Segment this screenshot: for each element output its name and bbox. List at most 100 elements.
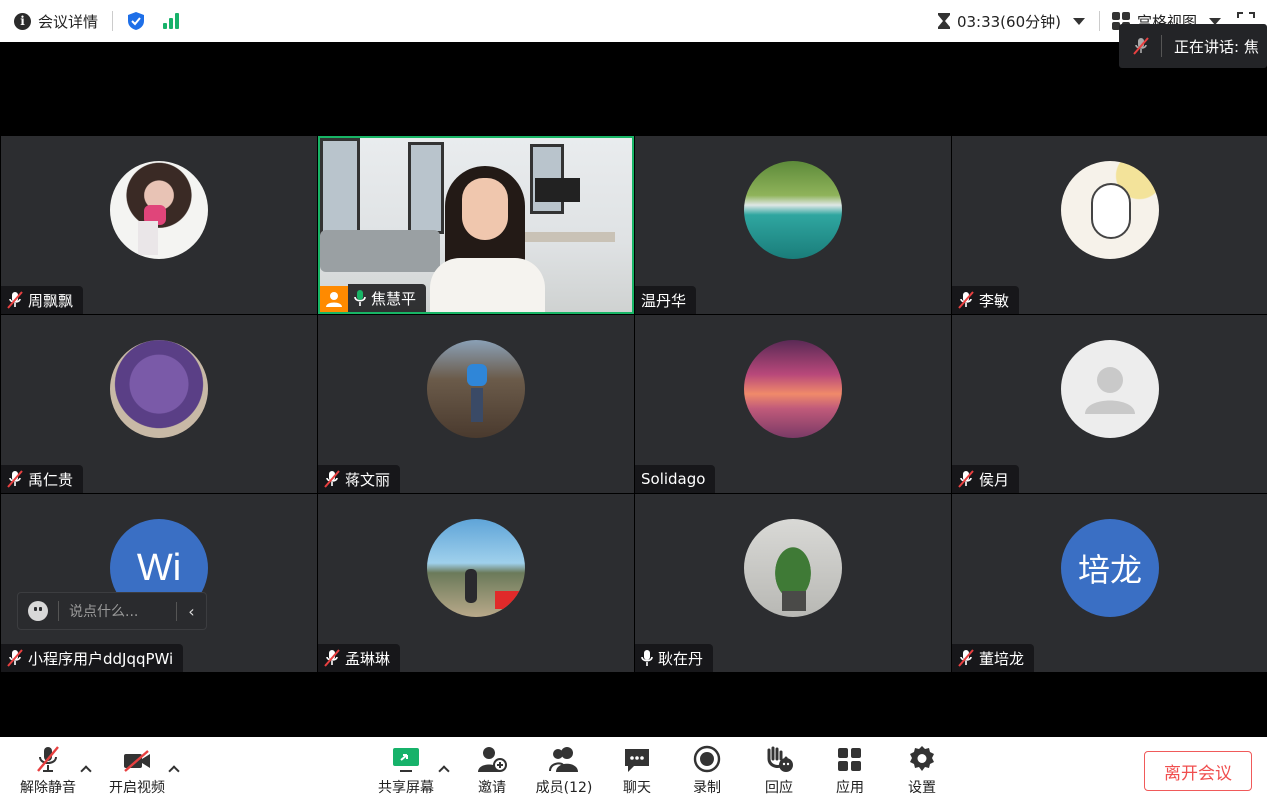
camera-off-icon (124, 750, 150, 772)
avatar (1061, 340, 1159, 438)
participant-name: 蒋文丽 (345, 470, 391, 489)
raise-hand-icon (767, 746, 793, 772)
emoji-icon[interactable] (28, 601, 48, 621)
participant-tile[interactable]: 培龙 董培龙 (952, 494, 1267, 672)
share-screen-button[interactable]: 共享屏幕 (375, 737, 437, 805)
invite-label: 邀请 (478, 780, 506, 796)
participant-tile[interactable]: 耿在丹 (635, 494, 951, 672)
chevron-down-icon[interactable] (1072, 17, 1085, 25)
participant-tile[interactable]: 周飘飘 (1, 136, 317, 314)
invite-button[interactable]: 邀请 (474, 737, 510, 805)
avatar-initials: 培龙 (1077, 551, 1142, 589)
record-icon (693, 745, 721, 773)
participant-name: 李敏 (979, 291, 1010, 310)
record-button[interactable]: 录制 (690, 737, 724, 805)
meeting-info-label[interactable]: 会议详情 (38, 11, 98, 32)
bottom-toolbar: 解除静音 开启视频 共享屏幕 邀请 成员(12) 聊天 录制 回应 应用 设置 … (0, 737, 1267, 805)
mic-muted-icon (958, 470, 974, 488)
mic-muted-icon (7, 470, 23, 488)
participant-nametag: 侯月 (952, 465, 1020, 493)
video-grid: 周飘飘 焦慧平 温丹华 李敏 禹仁贵 蒋文丽 Solidago 侯月 Wi 小程… (1, 136, 1267, 672)
participant-name: 禹仁贵 (28, 470, 74, 489)
avatar-initials: Wi (136, 546, 182, 589)
speaking-label: 正在讲话: 焦 (1174, 37, 1259, 56)
participant-name: Solidago (641, 470, 706, 488)
info-icon[interactable]: i (14, 12, 31, 30)
avatar (1061, 161, 1159, 259)
mic-muted-icon (1133, 37, 1149, 55)
avatar (427, 519, 525, 617)
participant-tile[interactable]: Wi 小程序用户ddJqqPWi (1, 494, 317, 672)
chat-icon (625, 749, 649, 772)
avatar: 培龙 (1061, 519, 1159, 617)
add-user-icon (478, 747, 507, 772)
avatar (110, 161, 208, 259)
participant-nametag: 小程序用户ddJqqPWi (1, 644, 184, 672)
chat-input-placeholder[interactable]: 说点什么... (69, 601, 176, 621)
start-video-label: 开启视频 (109, 780, 165, 796)
unmute-label: 解除静音 (20, 780, 76, 796)
chat-label: 聊天 (623, 780, 651, 796)
chevron-up-icon[interactable] (80, 765, 92, 777)
members-button[interactable]: 成员(12) (534, 737, 594, 805)
members-label: 成员(12) (535, 780, 593, 796)
participant-nametag: 孟琳琳 (318, 644, 401, 672)
shield-check-icon[interactable] (127, 11, 145, 31)
members-icon (549, 747, 578, 772)
participant-tile[interactable]: Solidago (635, 315, 951, 493)
participant-nametag: 耿在丹 (635, 644, 714, 672)
meeting-timer: 03:33(60分钟) (956, 12, 1061, 31)
participant-nametag: 李敏 (952, 286, 1020, 314)
react-label: 回应 (765, 780, 793, 796)
signal-strength-icon[interactable] (163, 13, 180, 29)
unmute-button[interactable]: 解除静音 (18, 737, 78, 805)
avatar (744, 340, 842, 438)
participant-nametag: 焦慧平 (348, 284, 427, 312)
participant-name: 孟琳琳 (345, 649, 391, 668)
mic-muted-icon (37, 746, 59, 772)
chevron-left-icon[interactable]: ‹ (176, 601, 206, 621)
mic-muted-icon (7, 649, 23, 667)
participant-tile[interactable]: 禹仁贵 (1, 315, 317, 493)
mic-muted-icon (958, 291, 974, 309)
avatar (744, 519, 842, 617)
divider (1098, 11, 1100, 31)
participant-name: 耿在丹 (658, 649, 704, 668)
mic-on-icon (641, 650, 653, 666)
participant-tile[interactable]: 蒋文丽 (318, 315, 634, 493)
share-screen-label: 共享屏幕 (378, 780, 434, 796)
participant-tile[interactable]: 温丹华 (635, 136, 951, 314)
participant-nametag: 蒋文丽 (318, 465, 401, 493)
share-screen-icon (393, 748, 419, 772)
mic-muted-icon (324, 470, 340, 488)
avatar (744, 161, 842, 259)
participant-name: 焦慧平 (371, 289, 417, 308)
participant-tile-active-speaker[interactable]: 焦慧平 (318, 136, 634, 314)
participant-nametag: 董培龙 (952, 644, 1035, 672)
participant-tile[interactable]: 侯月 (952, 315, 1267, 493)
react-button[interactable]: 回应 (762, 737, 796, 805)
host-badge-icon (320, 286, 348, 312)
chevron-up-icon[interactable] (438, 765, 450, 777)
chat-quick-input[interactable]: 说点什么... ‹ (17, 592, 207, 630)
leave-meeting-button[interactable]: 离开会议 (1144, 751, 1252, 791)
start-video-button[interactable]: 开启视频 (106, 737, 168, 805)
apps-label: 应用 (836, 780, 864, 796)
participant-name: 小程序用户ddJqqPWi (28, 649, 174, 668)
participant-nametag: 周飘飘 (1, 286, 84, 314)
participant-tile[interactable]: 李敏 (952, 136, 1267, 314)
participant-tile[interactable]: 孟琳琳 (318, 494, 634, 672)
chevron-up-icon[interactable] (168, 765, 180, 777)
participant-name: 侯月 (979, 470, 1010, 489)
apps-button[interactable]: 应用 (833, 737, 867, 805)
settings-button[interactable]: 设置 (905, 737, 939, 805)
mic-muted-icon (958, 649, 974, 667)
record-label: 录制 (693, 780, 721, 796)
chat-button[interactable]: 聊天 (620, 737, 654, 805)
participant-nametag: 温丹华 (635, 286, 697, 314)
mic-on-icon (354, 290, 366, 306)
speaking-indicator: 正在讲话: 焦 (1119, 24, 1267, 68)
participant-name: 温丹华 (641, 291, 687, 310)
avatar (427, 340, 525, 438)
mic-muted-icon (324, 649, 340, 667)
